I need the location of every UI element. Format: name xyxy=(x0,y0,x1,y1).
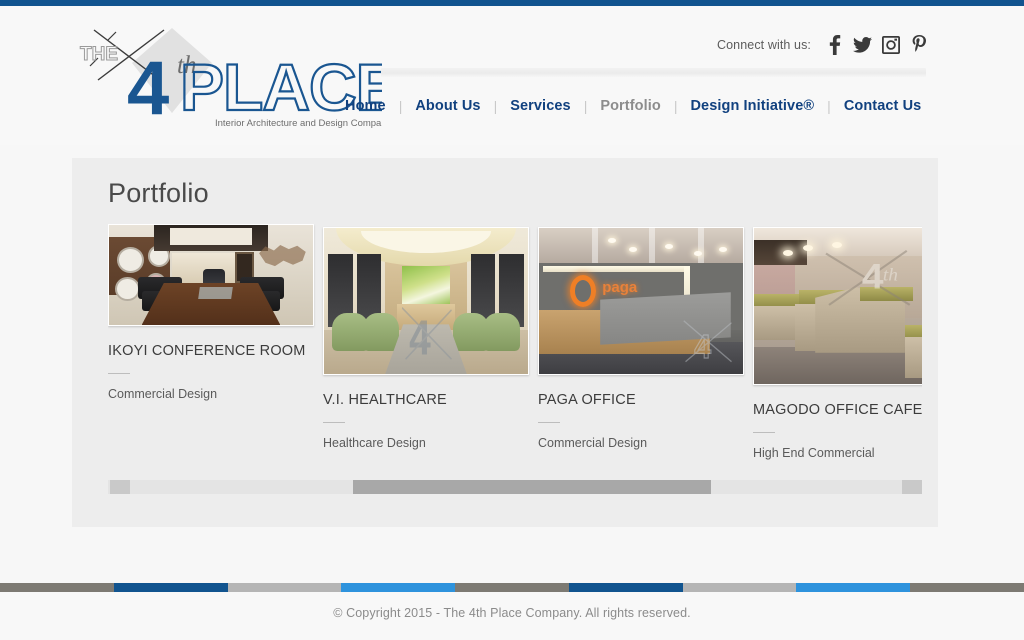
page-title: Portfolio xyxy=(108,178,209,208)
nav-separator-bar xyxy=(381,68,926,77)
footer-stripe xyxy=(0,583,114,592)
portfolio-card-subtitle: Commercial Design xyxy=(538,436,648,450)
nav-divider: | xyxy=(398,98,403,114)
nav-divider: | xyxy=(827,98,831,114)
portfolio-card-title: IKOYI CONFERENCE ROOM xyxy=(108,343,306,359)
footer-stripe xyxy=(568,583,683,592)
portfolio-card[interactable]: paga 4 PAGA OFFICE Commercial Design xyxy=(538,227,744,450)
footer-stripe xyxy=(796,583,911,592)
facebook-icon[interactable] xyxy=(825,34,844,55)
social-links: Connect with us: xyxy=(717,34,928,55)
svg-text:4: 4 xyxy=(127,46,169,131)
copyright-text: © Copyright 2015 - The 4th Place Company… xyxy=(333,606,691,620)
site-footer: © Copyright 2015 - The 4th Place Company… xyxy=(0,592,1024,640)
nav-item-contact-us[interactable]: Contact Us xyxy=(844,98,922,114)
portfolio-card-subtitle: High End Commercial xyxy=(753,446,875,460)
watermark-logo-icon: 4 th xyxy=(823,240,913,321)
pinterest-icon[interactable] xyxy=(909,34,928,55)
nav-divider: | xyxy=(493,98,498,114)
portfolio-thumbnail[interactable]: paga 4 xyxy=(538,227,744,375)
portfolio-card[interactable]: 4 th MAGODO OFFICE CAFETE High End Comme… xyxy=(753,227,922,460)
portfolio-card-title: MAGODO OFFICE CAFETE xyxy=(753,402,922,418)
carousel-track: IKOYI CONFERENCE ROOM Commercial Design xyxy=(108,224,922,464)
twitter-icon[interactable] xyxy=(853,34,872,55)
portfolio-thumbnail[interactable] xyxy=(108,224,314,326)
svg-text:th: th xyxy=(883,266,898,286)
portfolio-thumbnail[interactable]: 4 th xyxy=(753,227,922,385)
nav-item-portfolio[interactable]: Portfolio xyxy=(600,98,661,114)
portfolio-card[interactable]: IKOYI CONFERENCE ROOM Commercial Design xyxy=(108,224,314,401)
vi-healthcare-scene: 4 xyxy=(324,228,528,374)
footer-stripe xyxy=(227,583,342,592)
portfolio-card-subtitle: Commercial Design xyxy=(108,387,218,401)
svg-text:THE: THE xyxy=(80,44,118,65)
nav-item-home[interactable]: Home xyxy=(345,98,386,114)
footer-stripe-bar xyxy=(0,583,1024,592)
magodo-office-cafeteria-scene: 4 th xyxy=(754,228,922,384)
portfolio-panel: Portfolio IKOYI CONFERENCE ROOM Commerci… xyxy=(72,158,938,527)
footer-stripe xyxy=(113,583,228,592)
portfolio-card-subtitle: Healthcare Design xyxy=(323,436,426,450)
ikoyi-conference-room-scene xyxy=(109,225,313,325)
watermark-logo-icon: 4 xyxy=(401,301,455,368)
scrollbar-left-button[interactable] xyxy=(110,480,130,494)
main-navigation: Home | About Us | Services | Portfolio |… xyxy=(345,98,945,114)
svg-text:4: 4 xyxy=(694,327,711,365)
paga-office-scene: paga 4 xyxy=(539,228,743,374)
instagram-icon[interactable] xyxy=(881,34,900,55)
site-header: THE 4 th PLACE Interior Architecture and… xyxy=(0,6,1024,145)
nav-divider: | xyxy=(673,98,678,114)
nav-item-design-initiative[interactable]: Design Initiative® xyxy=(690,98,814,114)
portfolio-card-title: V.I. HEALTHCARE xyxy=(323,392,447,408)
connect-label: Connect with us: xyxy=(716,37,811,52)
watermark-logo-icon: 4 xyxy=(682,313,735,371)
site-logo[interactable]: THE 4 th PLACE Interior Architecture and… xyxy=(72,18,382,133)
logo-artwork: THE 4 th PLACE Interior Architecture and… xyxy=(80,28,382,131)
nav-item-about-us[interactable]: About Us xyxy=(415,98,480,114)
portfolio-card-title: PAGA OFFICE xyxy=(538,392,636,408)
carousel-scrollbar[interactable] xyxy=(108,480,922,494)
paga-sign-text: paga xyxy=(602,279,638,297)
portfolio-card[interactable]: 4 V.I. HEALTHCARE Healthcare Design xyxy=(323,227,529,450)
svg-text:4: 4 xyxy=(862,257,884,297)
footer-stripe xyxy=(455,583,569,592)
svg-text:Interior Architecture and Desi: Interior Architecture and Design Company xyxy=(215,118,382,129)
scrollbar-thumb[interactable] xyxy=(353,480,711,494)
portfolio-carousel[interactable]: IKOYI CONFERENCE ROOM Commercial Design xyxy=(108,224,922,464)
footer-stripe xyxy=(682,583,797,592)
portfolio-thumbnail[interactable]: 4 xyxy=(323,227,529,375)
nav-item-services[interactable]: Services xyxy=(510,98,570,114)
card-divider xyxy=(753,432,775,433)
footer-stripe xyxy=(910,583,1024,592)
card-divider xyxy=(538,422,560,423)
scrollbar-right-button[interactable] xyxy=(902,480,922,494)
card-divider xyxy=(323,422,345,423)
footer-stripe xyxy=(341,583,456,592)
card-divider xyxy=(108,373,130,374)
nav-divider: | xyxy=(583,98,588,114)
